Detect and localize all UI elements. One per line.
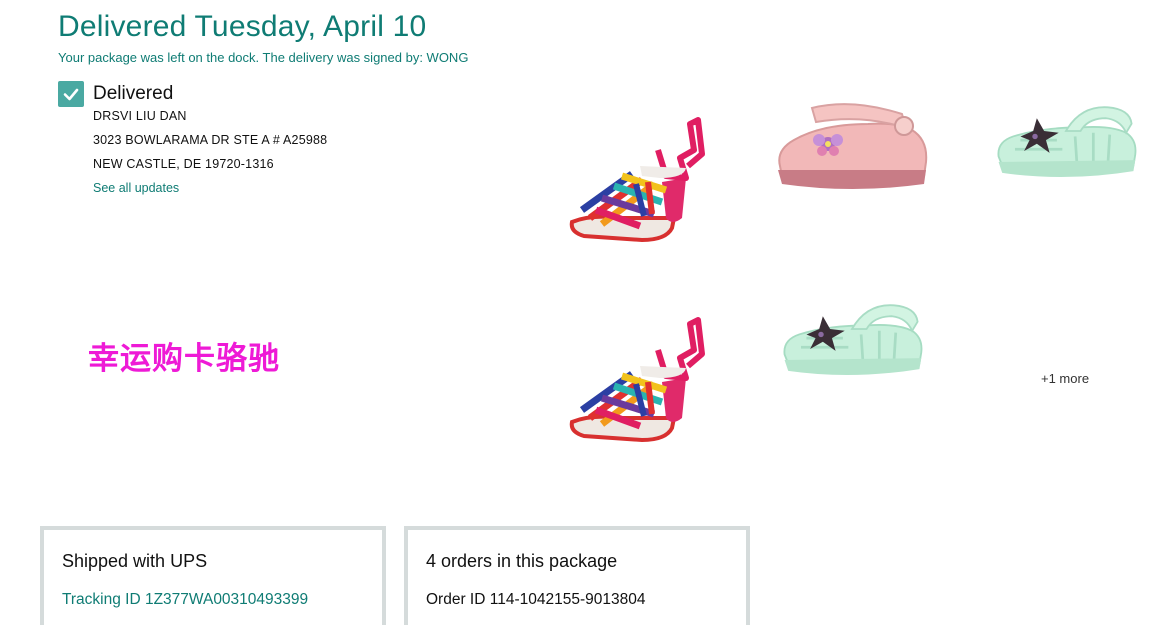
delivery-title: Delivered Tuesday, April 10 xyxy=(58,10,427,43)
see-all-updates-link[interactable]: See all updates xyxy=(93,181,179,195)
product-image-mint-glitter-sandal[interactable] xyxy=(986,100,1146,182)
order-id: Order ID 114-1042155-9013804 xyxy=(426,591,646,608)
shipping-card: Shipped with UPS Tracking ID 1Z377WA0031… xyxy=(40,526,386,625)
product-image-mint-glitter-sandal-2[interactable] xyxy=(772,298,932,380)
product-image-rainbow-heel-sandal[interactable] xyxy=(562,114,712,244)
address-line-name: DRSVI LIU DAN xyxy=(93,109,187,123)
more-items-link[interactable]: +1 more xyxy=(1041,371,1089,386)
address-line-city: NEW CASTLE, DE 19720-1316 xyxy=(93,157,274,171)
watermark-text: 幸运购卡骆驰 xyxy=(88,341,280,377)
product-image-rainbow-heel-sandal-2[interactable] xyxy=(562,314,712,444)
address-line-street: 3023 BOWLARAMA DR STE A # A25988 xyxy=(93,133,328,147)
delivery-subtitle: Your package was left on the dock. The d… xyxy=(58,50,469,65)
orders-card: 4 orders in this package Order ID 114-10… xyxy=(404,526,750,625)
tracking-id-link[interactable]: Tracking ID 1Z377WA00310493399 xyxy=(62,591,308,609)
product-image-pink-jelly-clog[interactable] xyxy=(772,100,932,190)
orders-count: 4 orders in this package xyxy=(426,551,618,571)
delivery-status-label: Delivered xyxy=(93,83,174,104)
shipping-carrier: Shipped with UPS xyxy=(62,551,208,571)
checkmark-icon xyxy=(58,81,84,107)
